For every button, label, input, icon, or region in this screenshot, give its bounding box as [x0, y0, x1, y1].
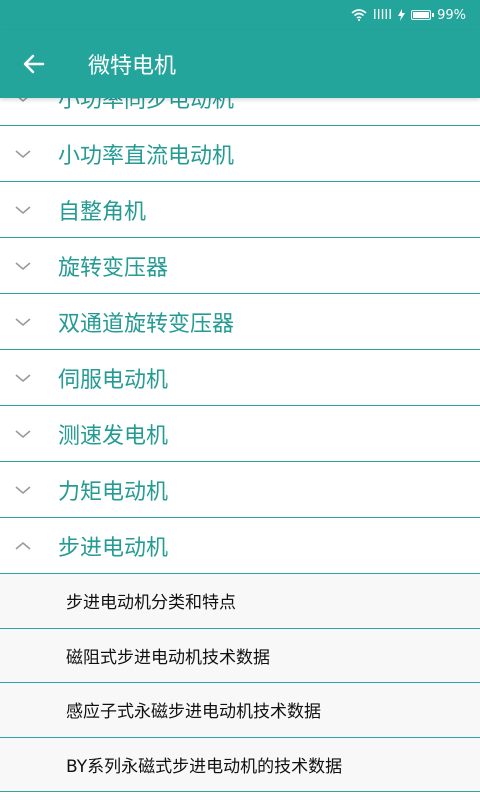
group-label: 伺服电动机	[58, 367, 169, 393]
group-row-3[interactable]: 旋转变压器	[0, 238, 480, 294]
arrow-left-icon	[23, 54, 45, 74]
chevron-down-icon	[14, 369, 32, 387]
group-row-8-expanded[interactable]: 步进电动机	[0, 518, 480, 574]
chevron-up-icon	[14, 537, 32, 555]
charging-icon	[398, 9, 406, 21]
signal-strength: IIIII	[372, 7, 393, 23]
chevron-down-icon	[14, 313, 32, 331]
group-row-4[interactable]: 双通道旋转变压器	[0, 294, 480, 350]
back-button[interactable]	[14, 44, 54, 84]
group-row-5[interactable]: 伺服电动机	[0, 350, 480, 406]
child-item-2[interactable]: 感应子式永磁步进电动机技术数据	[0, 683, 480, 738]
group-row-7[interactable]: 力矩电动机	[0, 462, 480, 518]
wifi-icon	[351, 9, 367, 21]
group-label: 自整角机	[58, 199, 147, 225]
chevron-down-icon	[14, 481, 32, 499]
chevron-down-icon	[14, 257, 32, 275]
child-item-3[interactable]: BY系列永磁式步进电动机的技术数据	[0, 737, 480, 792]
group-label: 步进电动机	[58, 535, 169, 561]
group-label: 小功率直流电动机	[58, 143, 235, 169]
battery-percent: 99%	[437, 7, 466, 23]
chevron-down-icon	[14, 145, 32, 163]
group-label: 双通道旋转变压器	[58, 311, 235, 337]
category-list: 小功率同步电动机 小功率直流电动机 自整角机 旋转变压器 双通道旋转变压器 伺服…	[0, 70, 480, 792]
chevron-down-icon	[14, 425, 32, 443]
group-label: 力矩电动机	[58, 479, 169, 505]
child-item-0[interactable]: 步进电动机分类和特点	[0, 574, 480, 629]
battery-icon	[411, 10, 435, 20]
status-bar: IIIII 99%	[0, 0, 480, 30]
child-item-1[interactable]: 磁阻式步进电动机技术数据	[0, 628, 480, 683]
chevron-down-icon	[14, 201, 32, 219]
page-title: 微特电机	[88, 54, 177, 79]
group-label: 旋转变压器	[58, 255, 169, 281]
group-row-6[interactable]: 测速发电机	[0, 406, 480, 462]
group-row-2[interactable]: 自整角机	[0, 182, 480, 238]
group-label: 测速发电机	[58, 423, 169, 449]
group-row-1[interactable]: 小功率直流电动机	[0, 126, 480, 182]
app-bar: 微特电机	[0, 30, 480, 98]
